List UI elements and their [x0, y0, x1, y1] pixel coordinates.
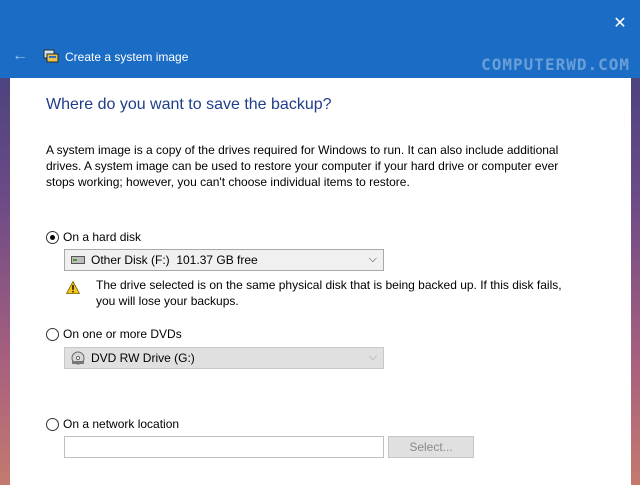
dvd-dropdown[interactable]: DVD RW Drive (G:) ⌵	[64, 347, 384, 369]
hard-disk-selected-value: Other Disk (F:) 101.37 GB free	[91, 253, 258, 267]
network-option[interactable]: On a network location	[46, 415, 179, 433]
dvd-label: On one or more DVDs	[63, 327, 182, 341]
dvd-drive-icon	[71, 351, 85, 365]
window-title: Create a system image	[65, 50, 189, 64]
backup-app-icon	[43, 49, 59, 63]
hard-disk-dropdown[interactable]: Other Disk (F:) 101.37 GB free ⌵	[64, 249, 384, 271]
dvd-option[interactable]: On one or more DVDs	[46, 325, 182, 343]
chevron-down-icon: ⌵	[368, 351, 377, 363]
warning-icon	[66, 281, 80, 294]
title-bar: ✕ ← Create a system image COMPUTERWD.COM	[0, 0, 640, 78]
dvd-selected-value: DVD RW Drive (G:)	[91, 351, 195, 365]
description-text: A system image is a copy of the drives r…	[46, 143, 559, 189]
content-panel: Where do you want to save the backup? A …	[10, 78, 631, 485]
hard-disk-option[interactable]: On a hard disk	[46, 228, 141, 246]
chevron-down-icon: ⌵	[368, 253, 377, 265]
dvd-radio[interactable]	[46, 327, 59, 341]
page-heading: Where do you want to save the backup?	[46, 96, 332, 113]
back-arrow-icon[interactable]: ←	[12, 46, 30, 66]
hard-disk-radio[interactable]	[46, 230, 59, 244]
hard-drive-icon	[71, 254, 85, 266]
select-button[interactable]: Select...	[388, 436, 474, 458]
network-label: On a network location	[63, 417, 180, 431]
close-button[interactable]: ✕	[612, 16, 628, 32]
network-location-input[interactable]	[64, 436, 384, 458]
hard-disk-label: On a hard disk	[63, 230, 142, 244]
same-disk-warning: The drive selected is on the same physic…	[96, 278, 562, 308]
network-radio[interactable]	[46, 417, 59, 431]
watermark: COMPUTERWD.COM	[481, 55, 630, 74]
